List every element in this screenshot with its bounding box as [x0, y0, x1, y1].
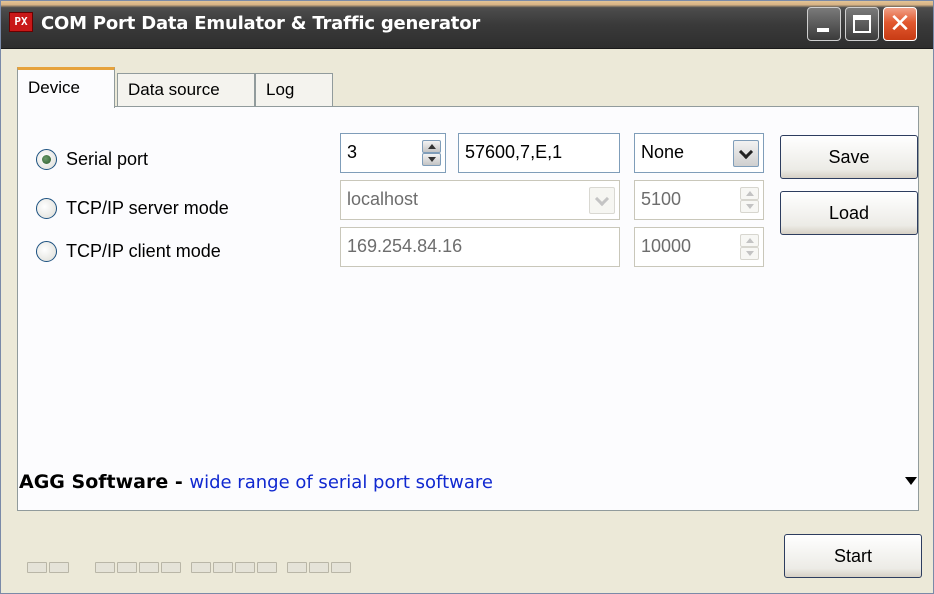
start-button[interactable]: Start — [784, 534, 922, 578]
spin-up-icon[interactable] — [740, 187, 759, 200]
tcp-client-radio[interactable] — [36, 241, 57, 262]
maximize-icon — [853, 15, 871, 33]
spin-up-icon[interactable] — [740, 234, 759, 247]
flow-control-value: None — [641, 142, 685, 162]
serial-port-radio[interactable] — [36, 149, 57, 170]
brand-name: AGG Software — [19, 471, 169, 493]
spin-down-icon[interactable] — [740, 247, 759, 260]
status-led — [287, 562, 307, 573]
client-port-spin[interactable] — [740, 234, 759, 260]
status-led — [139, 562, 159, 573]
close-icon: ✕ — [889, 9, 911, 39]
device-panel: Serial port 3 57600,7,E,1 None Save TCP/… — [17, 106, 919, 511]
tab-log[interactable]: Log — [255, 73, 333, 107]
server-port-stepper[interactable]: 5100 — [634, 180, 764, 220]
serial-port-label: Serial port — [66, 149, 149, 169]
server-host-select[interactable]: localhost — [340, 180, 620, 220]
status-led — [257, 562, 277, 573]
client-host-input[interactable]: 169.254.84.16 — [340, 227, 620, 267]
com-port-spin[interactable] — [422, 140, 441, 166]
title-bar[interactable]: PX COM Port Data Emulator & Traffic gene… — [1, 1, 933, 49]
server-port-spin[interactable] — [740, 187, 759, 213]
status-led — [331, 562, 351, 573]
client-port-value: 10000 — [641, 236, 692, 256]
tcp-client-label: TCP/IP client mode — [66, 241, 221, 261]
maximize-button[interactable] — [845, 7, 879, 41]
chevron-down-icon — [738, 144, 754, 160]
client-host-value: 169.254.84.16 — [347, 236, 463, 256]
spin-up-icon[interactable] — [422, 140, 441, 153]
status-led — [191, 562, 211, 573]
status-led — [117, 562, 137, 573]
com-port-value: 3 — [347, 142, 358, 162]
spin-down-icon[interactable] — [422, 153, 441, 166]
status-led — [161, 562, 181, 573]
com-port-stepper[interactable]: 3 — [340, 133, 446, 173]
software-link[interactable]: wide range of serial port software — [189, 472, 493, 493]
tcp-server-label: TCP/IP server mode — [66, 198, 229, 218]
banner-dropdown-icon[interactable] — [905, 477, 917, 485]
server-host-value: localhost — [347, 189, 419, 209]
load-button[interactable]: Load — [780, 191, 918, 235]
app-window: PX COM Port Data Emulator & Traffic gene… — [0, 0, 934, 594]
tab-device[interactable]: Device — [17, 67, 115, 108]
tab-data-source[interactable]: Data source — [117, 73, 255, 107]
serial-params-value: 57600,7,E,1 — [465, 142, 563, 162]
save-button[interactable]: Save — [780, 135, 918, 179]
status-led — [235, 562, 255, 573]
flow-control-dropdown-button[interactable] — [733, 140, 759, 167]
minimize-button[interactable] — [807, 7, 841, 41]
brand-separator: - — [168, 471, 190, 493]
status-led — [213, 562, 233, 573]
status-led — [95, 562, 115, 573]
footer-banner: AGG Software - wide range of serial port… — [19, 471, 493, 494]
window-title: COM Port Data Emulator & Traffic generat… — [41, 13, 481, 34]
serial-params-input[interactable]: 57600,7,E,1 — [458, 133, 620, 173]
tcp-server-radio[interactable] — [36, 198, 57, 219]
chevron-down-icon — [594, 191, 610, 207]
app-icon: PX — [9, 12, 33, 32]
status-led — [309, 562, 329, 573]
close-button[interactable]: ✕ — [883, 7, 917, 41]
spin-down-icon[interactable] — [740, 200, 759, 213]
server-host-dropdown-button[interactable] — [589, 187, 615, 214]
status-led — [49, 562, 69, 573]
client-port-stepper[interactable]: 10000 — [634, 227, 764, 267]
server-port-value: 5100 — [641, 189, 682, 209]
flow-control-select[interactable]: None — [634, 133, 764, 173]
status-led — [27, 562, 47, 573]
minimize-icon — [817, 28, 829, 32]
